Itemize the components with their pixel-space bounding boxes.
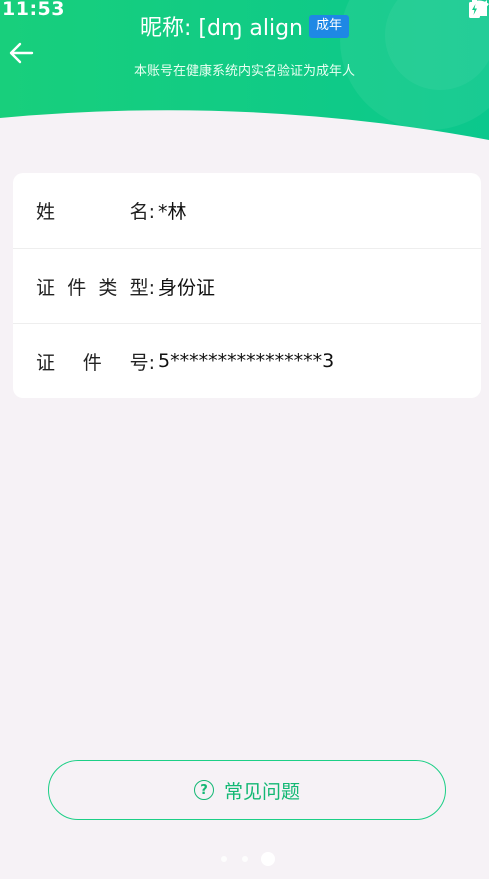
info-row-id-type: 证 件 类 型: 身份证 [13,248,481,323]
nickname-text: 昵称: [dɱ align [139,16,303,41]
pager-dot [242,856,248,862]
pager-dot-active [261,852,275,866]
adult-badge: 成年 [308,14,349,38]
info-row-label: 证 件 类 型: [36,276,155,299]
info-row-name: 姓 名: *林 [13,173,481,248]
info-row-id-number: 证 件 号: 5****************3 [13,323,481,398]
pager-dots [0,852,489,866]
question-circle-icon: ? [193,780,214,800]
verification-subtitle: 本账号在健康系统内实名验证为成年人 [133,64,355,79]
header: 11:53 昵称: [dɱ align 成年 本账号在健康系统内实名验证为成年人 [0,0,489,145]
nickname-row: 昵称: [dɱ align 成年 [0,10,489,42]
id-type-value: 身份证 [158,276,216,299]
faq-button[interactable]: ? 常见问题 [48,760,446,820]
identity-card: 姓 名: *林 证 件 类 型: 身份证 证 件 号: 5***********… [13,173,481,398]
pager-dot [221,856,227,862]
info-row-label: 证 件 号: [36,351,155,374]
info-row-label: 姓 名: [36,201,155,223]
faq-label: 常见问题 [223,780,300,803]
id-number-value: 5****************3 [158,350,335,372]
name-value: *林 [158,201,187,223]
